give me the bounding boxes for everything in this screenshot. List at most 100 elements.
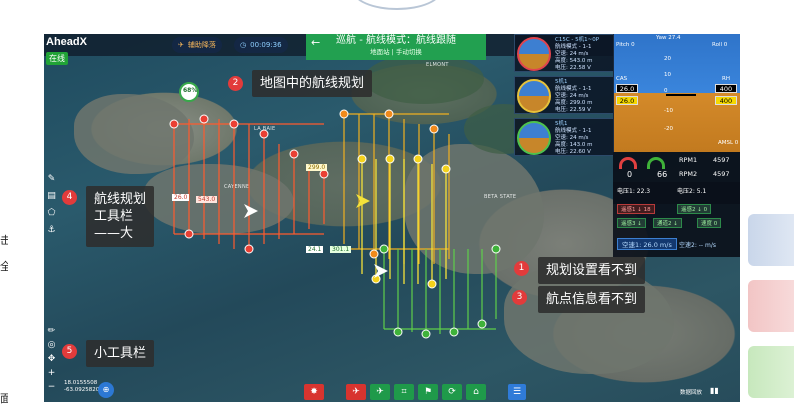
telemetry-values: 电压1: 22.3 电压2: 5.1 遥感1 ↓ 18 遥感2 ↓ 0 遥感3 … (613, 182, 740, 257)
yaw-readout: Yaw 27.4 (656, 35, 681, 41)
playback-label[interactable]: 数据回放 (680, 388, 702, 396)
takeoff-button[interactable]: ✈ (370, 384, 390, 400)
signal-icon: ▮▮ (710, 386, 719, 395)
return-home-button[interactable]: ⌂ (466, 384, 486, 400)
rc-channel-chip: 通道2 ↓ (653, 218, 682, 228)
rpm2-value: 4597 (713, 170, 730, 178)
gauge-left-value: 0 (627, 170, 633, 179)
attitude-indicator (517, 121, 551, 155)
flight-mode-title: 巡航 - 航线模式：航线跟随 (336, 35, 456, 46)
callout-planning-settings: 规划设置看不到 (538, 257, 646, 284)
zoom-out-icon[interactable]: − (46, 382, 57, 393)
land-button[interactable]: ✈ (346, 384, 366, 400)
rc-channel-chip: 遥感3 ↓ (617, 218, 646, 228)
rpm1-value: 4597 (713, 156, 730, 164)
move-icon[interactable]: ✥ (46, 354, 57, 365)
route-planning-toolbar: ✎ ▤ ⬠ ⚓ (46, 174, 58, 236)
gauge-arc-right (647, 157, 665, 169)
altitude-tag: 24.1 (306, 246, 324, 253)
pencil-icon[interactable]: ✏ (46, 326, 57, 337)
drone-card[interactable]: 5机1 航线模式 - 1-1 空速: 24 m/s 高度: 143.0 m 电压… (514, 118, 614, 156)
clock-icon: ◷ (240, 41, 247, 49)
callout-badge: 4 (62, 190, 77, 205)
list-button[interactable]: ☰ (508, 384, 526, 400)
gauge-arc-left (619, 157, 637, 169)
polygon-icon[interactable]: ⬠ (46, 208, 57, 219)
altitude-tag: 543.0 (196, 196, 218, 203)
callout-badge: 1 (514, 261, 529, 276)
drone-mode: 航线模式 - 1-1 (555, 44, 592, 50)
zoom-in-icon[interactable]: + (46, 368, 57, 379)
flight-mode-sub: 地面站 | 手动切换 (370, 48, 422, 56)
drone-mode: 航线模式 - 1-1 (555, 128, 592, 134)
callout-small-toolbar: 小工具栏 (86, 340, 155, 367)
rpm1-label: RPM1 (679, 156, 698, 164)
attitude-indicator (517, 79, 551, 113)
drone-altitude: 高度: 543.0 m (555, 58, 593, 64)
route-edit-button[interactable]: ⌗ (394, 384, 414, 400)
drone-altitude: 高度: 143.0 m (555, 142, 593, 148)
map-place-label: ELMONT (426, 62, 449, 68)
route-red (173, 119, 325, 249)
left-text-fragment: 全 (0, 260, 8, 273)
aircraft-symbol (666, 94, 696, 104)
cas-label: CAS (616, 76, 628, 82)
drone-icon: ✈ (178, 41, 184, 49)
drone-speed: 空速: 24 m/s (555, 135, 589, 141)
side-card-blue (748, 214, 794, 266)
small-toolbar: ✏ ◎ ✥ + − (46, 326, 58, 393)
altitude-tag: 301.1 (330, 246, 352, 253)
waypoint-button[interactable]: ⚑ (418, 384, 438, 400)
cas-value: 26.0 (616, 84, 638, 93)
amsl-readout: AMSL 0 (718, 140, 739, 146)
rh-target: 400 (715, 96, 737, 105)
assist-landing-button[interactable]: ✈ 辅助降落 (172, 37, 222, 53)
roll-readout: Roll 0 (712, 42, 728, 48)
back-arrow-icon[interactable]: ← (311, 36, 320, 50)
target-icon[interactable]: ◎ (46, 340, 57, 351)
cas-target: 26.0 (616, 96, 638, 105)
drone-voltage: 电压: 22.58 V (555, 65, 591, 71)
left-text-fragment: 击 (0, 234, 8, 247)
flight-timer: ◷ 00:09:36 (234, 37, 288, 53)
drone-speed: 空速: 24 m/s (555, 93, 589, 99)
altitude-tag: 26.0 (172, 194, 190, 201)
flight-mode-banner[interactable]: ← 巡航 - 航线模式：航线跟随 地面站 | 手动切换 (306, 34, 486, 60)
aircraft-icon (356, 194, 370, 208)
emergency-icon[interactable]: ✸ (304, 384, 324, 400)
pitch-ladder-mark: -10 (664, 108, 673, 114)
draw-route-icon[interactable]: ✎ (46, 174, 57, 185)
compass-icon[interactable]: ⊕ (98, 382, 114, 398)
left-text-fragment: 面 (0, 392, 8, 405)
layers-icon[interactable]: ▤ (46, 191, 57, 202)
drone-card[interactable]: C15C - 5机1~0P 航线模式 - 1-1 空速: 24 m/s 高度: … (514, 34, 614, 72)
drone-speed: 空速: 24 m/s (555, 51, 589, 57)
drone-header: C15C - 5机1~0P (555, 37, 600, 43)
brand-logo: AheadX (46, 36, 87, 48)
drone-mode: 航线模式 - 1-1 (555, 86, 592, 92)
bottom-action-bar: ✸ ✈ ✈ ⌗ ⚑ ⟳ ⌂ ☰ (304, 384, 526, 400)
assist-landing-label: 辅助降落 (187, 41, 216, 49)
altitude-tag: 299.0 (306, 164, 328, 171)
rc-channel-chip: 遥感2 ↓ 0 (677, 204, 712, 214)
drone-card[interactable]: 5机1 航线模式 - 1-1 空速: 24 m/s 高度: 299.0 m 电压… (514, 76, 614, 114)
rh-label: RH (722, 76, 730, 82)
tutorial-page: 击 全 面 LA BAIE CAYENNE BETA STATE ELMONT (0, 0, 794, 407)
loop-button[interactable]: ⟳ (442, 384, 462, 400)
drone-voltage: 电压: 22.60 V (555, 149, 591, 155)
voltage1: 电压1: 22.3 (617, 188, 651, 195)
longitude: -63.0925820 (64, 387, 100, 393)
callout-badge: 3 (512, 290, 527, 305)
rh-value: 400 (715, 84, 737, 93)
rc-channel-chip: 速度 0 (697, 218, 722, 228)
rc-channel-chip: 遥感1 ↓ 18 (617, 204, 655, 214)
cursor-coordinates: 18.0155508 -63.0925820 (64, 380, 99, 394)
rpm2-label: RPM2 (679, 170, 698, 178)
callout-badge: 2 (228, 76, 243, 91)
callout-map-route: 地图中的航线规划 (252, 70, 373, 97)
airspeed2-readout: 空速2: -- m/s (679, 242, 716, 249)
anchor-icon[interactable]: ⚓ (46, 225, 57, 236)
pitch-ladder-mark: 20 (664, 56, 671, 62)
pitch-readout: Pitch 0 (616, 42, 635, 48)
online-badge: 在线 (46, 52, 68, 65)
